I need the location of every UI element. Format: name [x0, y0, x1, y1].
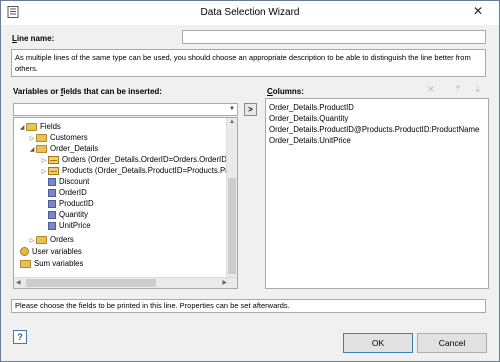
folder-icon: [36, 235, 47, 244]
tree-node-user-variables[interactable]: User variables: [20, 246, 82, 257]
field-filter-combobox[interactable]: ▼: [13, 103, 238, 116]
scroll-left-icon[interactable]: ◀: [16, 279, 21, 286]
folder-icon: [36, 144, 47, 153]
fields-label: Variables or fields that can be inserted…: [13, 87, 162, 96]
scrollbar-thumb[interactable]: [228, 178, 236, 274]
help-button[interactable]: ?: [13, 330, 27, 344]
expand-icon[interactable]: ▷: [40, 167, 48, 178]
cancel-button[interactable]: Cancel: [417, 333, 487, 353]
line-name-label: Line name:: [12, 34, 55, 43]
close-button[interactable]: ✕: [461, 2, 495, 20]
tree-node-order-details[interactable]: ◢ Order_Details: [28, 143, 98, 154]
list-item[interactable]: Order_Details.ProductID@Products.Product…: [269, 125, 479, 134]
move-up-icon[interactable]: ⇡: [454, 84, 462, 95]
status-hint: Please choose the fields to be printed i…: [11, 299, 486, 313]
fields-tree[interactable]: ◢ Fields ▷ Customers ◢ Order_Details ▷ Order…: [13, 117, 238, 289]
tree-field-unitprice[interactable]: UnitPrice: [48, 220, 91, 231]
description-text: As multiple lines of the same type can b…: [11, 49, 486, 77]
field-icon: [48, 199, 56, 208]
tree-node-sum-variables[interactable]: Sum variables: [20, 258, 83, 269]
sum-variables-icon: [20, 259, 31, 268]
delete-icon[interactable]: ✕: [427, 84, 435, 95]
tree-node-products-relation[interactable]: ▷ Products (Order_Details.ProductID=Produ…: [40, 165, 237, 178]
collapse-icon[interactable]: ◢: [18, 123, 26, 134]
field-icon: [48, 177, 56, 186]
columns-list[interactable]: Order_Details.ProductID Order_Details.Qu…: [265, 98, 489, 289]
folder-icon: [36, 133, 47, 142]
collapse-icon[interactable]: ◢: [28, 145, 36, 156]
user-variables-icon: [20, 247, 29, 257]
add-field-button[interactable]: >: [244, 103, 257, 116]
line-name-input[interactable]: [182, 30, 486, 44]
tree-field-orderid[interactable]: OrderID: [48, 187, 87, 198]
tree-vertical-scrollbar[interactable]: ▲: [226, 118, 237, 278]
list-item[interactable]: Order_Details.UnitPrice: [269, 136, 351, 145]
scroll-up-icon[interactable]: ▲: [229, 119, 235, 125]
data-selection-wizard-window: Data Selection Wizard ✕ Line name: As mu…: [0, 0, 500, 362]
table-icon: [48, 166, 59, 175]
window-title: Data Selection Wizard: [200, 7, 300, 18]
scroll-right-icon[interactable]: ▶: [222, 279, 227, 286]
tree-field-discount[interactable]: Discount: [48, 176, 89, 187]
chevron-down-icon: ▼: [229, 106, 235, 112]
field-icon: [48, 221, 56, 230]
list-item[interactable]: Order_Details.ProductID: [269, 103, 354, 112]
tree-node-orders-relation[interactable]: ▷ Orders (Order_Details.OrderID=Orders.Or…: [40, 154, 230, 165]
field-icon: [48, 210, 56, 219]
table-icon: [48, 155, 59, 164]
tree-node-orders[interactable]: ▷ Orders: [28, 234, 74, 245]
tree-node-customers[interactable]: ▷ Customers: [28, 132, 88, 143]
ok-button[interactable]: OK: [343, 333, 413, 353]
list-item[interactable]: Order_Details.Quantity: [269, 114, 348, 123]
field-icon: [48, 188, 56, 197]
dialog-footer: ? OK Cancel: [1, 323, 499, 361]
move-down-icon[interactable]: ⇣: [474, 84, 482, 95]
folder-icon: [26, 122, 37, 131]
tree-horizontal-scrollbar[interactable]: ◀ ▶: [14, 277, 237, 288]
title-bar: Data Selection Wizard ✕: [1, 1, 499, 25]
tree-field-quantity[interactable]: Quantity: [48, 209, 88, 220]
scrollbar-thumb[interactable]: [26, 279, 156, 287]
columns-label: Columns:: [267, 87, 304, 96]
tree-node-fields[interactable]: ◢ Fields: [18, 121, 61, 132]
tree-field-productid[interactable]: ProductID: [48, 198, 94, 209]
